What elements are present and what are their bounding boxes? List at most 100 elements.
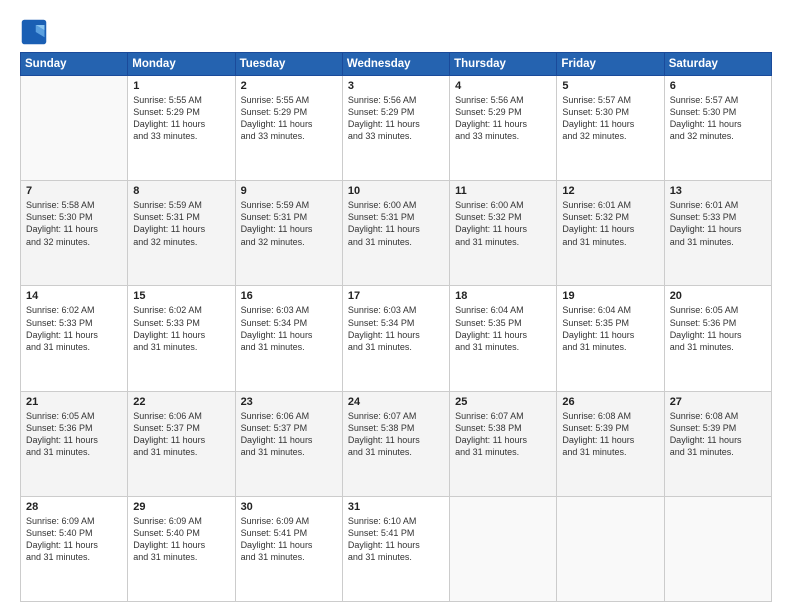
day-number: 30: [241, 501, 337, 513]
calendar-cell: 16 Sunrise: 6:03 AM Sunset: 5:34 PM Dayli…: [235, 286, 342, 391]
logo-icon: [20, 18, 48, 46]
calendar-cell: 27 Sunrise: 6:08 AM Sunset: 5:39 PM Dayli…: [664, 391, 771, 496]
calendar-cell: 24 Sunrise: 6:07 AM Sunset: 5:38 PM Dayli…: [342, 391, 449, 496]
weekday-header-thursday: Thursday: [450, 53, 557, 76]
cell-info: Sunrise: 6:06 AM Sunset: 5:37 PM Dayligh…: [133, 410, 229, 459]
calendar-cell: 12Sunrise: 6:01 AM Sunset: 5:32 PM Dayli…: [557, 181, 664, 286]
cell-info: Sunrise: 6:08 AM Sunset: 5:39 PM Dayligh…: [670, 410, 766, 459]
week-row-4: 21 Sunrise: 6:05 AM Sunset: 5:36 PM Dayli…: [21, 391, 772, 496]
day-number: 21: [26, 396, 122, 408]
day-number: 9: [241, 185, 337, 197]
calendar-cell: 13Sunrise: 6:01 AM Sunset: 5:33 PM Dayli…: [664, 181, 771, 286]
calendar-cell: 21 Sunrise: 6:05 AM Sunset: 5:36 PM Dayli…: [21, 391, 128, 496]
day-number: 25: [455, 396, 551, 408]
cell-info: Sunrise: 6:05 AM Sunset: 5:36 PM Dayligh…: [670, 304, 766, 353]
calendar-cell: 20 Sunrise: 6:05 AM Sunset: 5:36 PM Dayli…: [664, 286, 771, 391]
cell-info: Sunrise: 5:58 AM Sunset: 5:30 PM Dayligh…: [26, 199, 122, 248]
calendar-cell: [21, 76, 128, 181]
calendar-cell: 5 Sunrise: 5:57 AM Sunset: 5:30 PM Daylig…: [557, 76, 664, 181]
cell-info: Sunrise: 6:09 AM Sunset: 5:40 PM Dayligh…: [133, 515, 229, 564]
week-row-1: 1 Sunrise: 5:55 AM Sunset: 5:29 PM Daylig…: [21, 76, 772, 181]
header: [20, 18, 772, 46]
cell-info: Sunrise: 5:55 AM Sunset: 5:29 PM Dayligh…: [133, 94, 229, 143]
calendar-cell: 11 Sunrise: 6:00 AM Sunset: 5:32 PM Dayli…: [450, 181, 557, 286]
calendar-cell: 8 Sunrise: 5:59 AM Sunset: 5:31 PM Daylig…: [128, 181, 235, 286]
calendar-cell: 4 Sunrise: 5:56 AM Sunset: 5:29 PM Daylig…: [450, 76, 557, 181]
cell-info: Sunrise: 6:02 AM Sunset: 5:33 PM Dayligh…: [26, 304, 122, 353]
cell-info: Sunrise: 6:03 AM Sunset: 5:34 PM Dayligh…: [241, 304, 337, 353]
cell-info: Sunrise: 6:00 AM Sunset: 5:32 PM Dayligh…: [455, 199, 551, 248]
cell-info: Sunrise: 6:10 AM Sunset: 5:41 PM Dayligh…: [348, 515, 444, 564]
week-row-2: 7Sunrise: 5:58 AM Sunset: 5:30 PM Daylig…: [21, 181, 772, 286]
week-row-3: 14 Sunrise: 6:02 AM Sunset: 5:33 PM Dayli…: [21, 286, 772, 391]
day-number: 26: [562, 396, 658, 408]
weekday-header-wednesday: Wednesday: [342, 53, 449, 76]
day-number: 4: [455, 80, 551, 92]
calendar-cell: [450, 496, 557, 601]
calendar-cell: 23Sunrise: 6:06 AM Sunset: 5:37 PM Dayli…: [235, 391, 342, 496]
cell-info: Sunrise: 6:08 AM Sunset: 5:39 PM Dayligh…: [562, 410, 658, 459]
cell-info: Sunrise: 6:01 AM Sunset: 5:32 PM Dayligh…: [562, 199, 658, 248]
calendar-cell: 19Sunrise: 6:04 AM Sunset: 5:35 PM Dayli…: [557, 286, 664, 391]
calendar-cell: 28 Sunrise: 6:09 AM Sunset: 5:40 PM Dayli…: [21, 496, 128, 601]
day-number: 28: [26, 501, 122, 513]
calendar-cell: 31 Sunrise: 6:10 AM Sunset: 5:41 PM Dayli…: [342, 496, 449, 601]
calendar-cell: 6Sunrise: 5:57 AM Sunset: 5:30 PM Daylig…: [664, 76, 771, 181]
cell-info: Sunrise: 6:00 AM Sunset: 5:31 PM Dayligh…: [348, 199, 444, 248]
calendar-table: SundayMondayTuesdayWednesdayThursdayFrid…: [20, 52, 772, 602]
weekday-header-sunday: Sunday: [21, 53, 128, 76]
cell-info: Sunrise: 6:02 AM Sunset: 5:33 PM Dayligh…: [133, 304, 229, 353]
calendar-cell: 15 Sunrise: 6:02 AM Sunset: 5:33 PM Dayli…: [128, 286, 235, 391]
calendar-cell: 1 Sunrise: 5:55 AM Sunset: 5:29 PM Daylig…: [128, 76, 235, 181]
calendar-cell: 22 Sunrise: 6:06 AM Sunset: 5:37 PM Dayli…: [128, 391, 235, 496]
calendar-cell: [557, 496, 664, 601]
day-number: 16: [241, 290, 337, 302]
cell-info: Sunrise: 5:55 AM Sunset: 5:29 PM Dayligh…: [241, 94, 337, 143]
cell-info: Sunrise: 6:07 AM Sunset: 5:38 PM Dayligh…: [348, 410, 444, 459]
day-number: 15: [133, 290, 229, 302]
day-number: 19: [562, 290, 658, 302]
day-number: 14: [26, 290, 122, 302]
weekday-header-row: SundayMondayTuesdayWednesdayThursdayFrid…: [21, 53, 772, 76]
day-number: 29: [133, 501, 229, 513]
calendar-cell: 25 Sunrise: 6:07 AM Sunset: 5:38 PM Dayli…: [450, 391, 557, 496]
cell-info: Sunrise: 6:09 AM Sunset: 5:40 PM Dayligh…: [26, 515, 122, 564]
cell-info: Sunrise: 5:56 AM Sunset: 5:29 PM Dayligh…: [455, 94, 551, 143]
calendar-cell: 10 Sunrise: 6:00 AM Sunset: 5:31 PM Dayli…: [342, 181, 449, 286]
week-row-5: 28 Sunrise: 6:09 AM Sunset: 5:40 PM Dayli…: [21, 496, 772, 601]
day-number: 20: [670, 290, 766, 302]
day-number: 31: [348, 501, 444, 513]
calendar-cell: 3Sunrise: 5:56 AM Sunset: 5:29 PM Daylig…: [342, 76, 449, 181]
calendar-cell: 17 Sunrise: 6:03 AM Sunset: 5:34 PM Dayli…: [342, 286, 449, 391]
calendar-cell: 14 Sunrise: 6:02 AM Sunset: 5:33 PM Dayli…: [21, 286, 128, 391]
day-number: 17: [348, 290, 444, 302]
calendar-cell: [664, 496, 771, 601]
cell-info: Sunrise: 6:04 AM Sunset: 5:35 PM Dayligh…: [455, 304, 551, 353]
calendar-cell: 7Sunrise: 5:58 AM Sunset: 5:30 PM Daylig…: [21, 181, 128, 286]
day-number: 24: [348, 396, 444, 408]
day-number: 13: [670, 185, 766, 197]
cell-info: Sunrise: 5:57 AM Sunset: 5:30 PM Dayligh…: [562, 94, 658, 143]
day-number: 8: [133, 185, 229, 197]
logo: [20, 18, 52, 46]
day-number: 11: [455, 185, 551, 197]
day-number: 27: [670, 396, 766, 408]
weekday-header-monday: Monday: [128, 53, 235, 76]
cell-info: Sunrise: 6:05 AM Sunset: 5:36 PM Dayligh…: [26, 410, 122, 459]
calendar-cell: 29 Sunrise: 6:09 AM Sunset: 5:40 PM Dayli…: [128, 496, 235, 601]
day-number: 1: [133, 80, 229, 92]
calendar-cell: 18Sunrise: 6:04 AM Sunset: 5:35 PM Dayli…: [450, 286, 557, 391]
day-number: 5: [562, 80, 658, 92]
day-number: 10: [348, 185, 444, 197]
day-number: 2: [241, 80, 337, 92]
cell-info: Sunrise: 6:07 AM Sunset: 5:38 PM Dayligh…: [455, 410, 551, 459]
cell-info: Sunrise: 5:59 AM Sunset: 5:31 PM Dayligh…: [133, 199, 229, 248]
weekday-header-friday: Friday: [557, 53, 664, 76]
calendar-cell: 26 Sunrise: 6:08 AM Sunset: 5:39 PM Dayli…: [557, 391, 664, 496]
day-number: 22: [133, 396, 229, 408]
weekday-header-saturday: Saturday: [664, 53, 771, 76]
calendar-cell: 9Sunrise: 5:59 AM Sunset: 5:31 PM Daylig…: [235, 181, 342, 286]
cell-info: Sunrise: 6:03 AM Sunset: 5:34 PM Dayligh…: [348, 304, 444, 353]
day-number: 6: [670, 80, 766, 92]
page: SundayMondayTuesdayWednesdayThursdayFrid…: [0, 0, 792, 612]
